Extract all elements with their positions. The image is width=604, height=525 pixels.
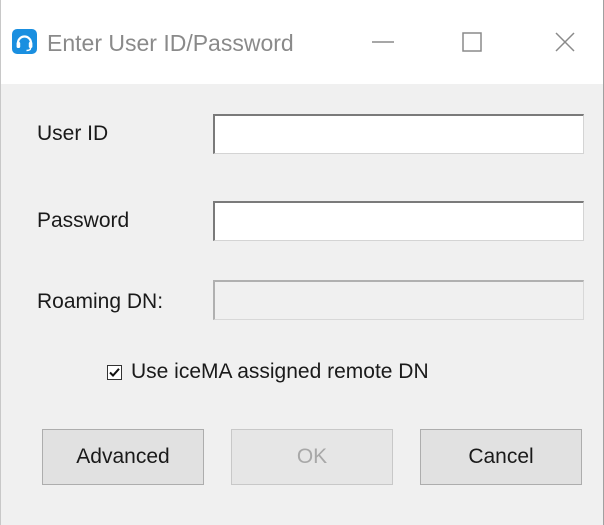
use-assigned-remote-dn-option[interactable]: Use iceMA assigned remote DN <box>107 359 429 385</box>
user-id-input[interactable] <box>213 114 584 154</box>
roaming-dn-input <box>213 280 584 320</box>
window-title: Enter User ID/Password <box>47 30 294 56</box>
cancel-button[interactable]: Cancel <box>420 429 582 485</box>
advanced-button[interactable]: Advanced <box>42 429 204 485</box>
maximize-button[interactable] <box>444 14 500 70</box>
roaming-dn-label: Roaming DN: <box>37 290 164 313</box>
close-icon <box>554 31 576 53</box>
maximize-icon <box>462 32 482 52</box>
close-button[interactable] <box>537 14 593 70</box>
minimize-icon <box>372 31 394 53</box>
use-assigned-remote-dn-label[interactable]: Use iceMA assigned remote DN <box>131 359 429 385</box>
headset-icon <box>12 29 37 54</box>
use-assigned-remote-dn-checkbox[interactable] <box>107 364 122 380</box>
login-dialog: Enter User ID/Password User ID Password … <box>0 0 604 525</box>
minimize-button[interactable] <box>355 14 411 70</box>
checkmark-icon <box>109 367 120 377</box>
password-label: Password <box>37 209 130 232</box>
password-input[interactable] <box>213 201 584 241</box>
user-id-label: User ID <box>37 122 109 145</box>
title-bar[interactable]: Enter User ID/Password <box>1 0 603 84</box>
ok-button[interactable]: OK <box>231 429 393 485</box>
